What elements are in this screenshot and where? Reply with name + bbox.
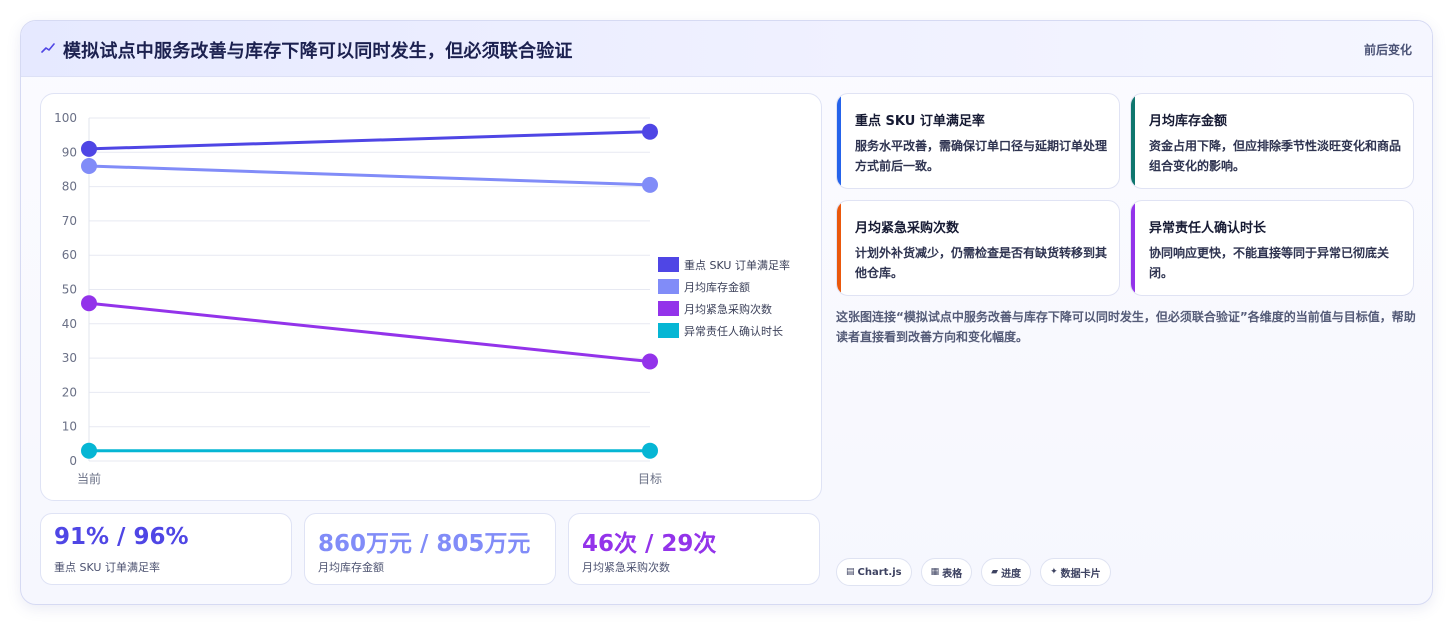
chip-progress[interactable]: ▰ 进度 [981,558,1032,586]
note-text: 协同响应更快，不能直接等同于异常已彻底关闭。 [1149,246,1390,280]
series-line [88,301,651,364]
stat-value: 46次 / 29次 [582,531,717,557]
legend-label: 重点 SKU 订单满足率 [684,258,790,272]
data-point [642,123,658,140]
note-accent-bar [837,201,841,295]
y-tick-label: 30 [62,351,77,365]
data-point [642,442,658,459]
trend-icon [41,43,55,53]
series-line [88,130,651,151]
data-point [81,295,97,312]
line-chart-card: 0 10 20 30 40 50 60 70 80 90 100 当前 目标 重点 SKU 订单满足率 月均… [40,93,822,501]
stat-value: 91% / 96% [54,524,189,550]
dashboard-panel: 模拟试点中服务改善与库存下降可以同时发生，但必须联合验证 前后变化 0 10 20 3… [20,20,1433,605]
y-tick-label: 80 [62,180,77,194]
legend-swatch [658,279,679,294]
chip-label: Chart.js [857,566,902,578]
data-point [642,176,658,193]
table-icon: ▦ [930,567,940,577]
x-tick-label: 目标 [638,472,662,486]
stat-value: 860万元 / 805万元 [318,531,531,557]
note-accent-bar [1131,201,1135,295]
y-tick-label: 100 [54,111,77,125]
tool-chips: ▤ Chart.js ▦ 表格 ▰ 进度 ✦ 数据卡片 [836,558,1111,586]
y-tick-label: 40 [62,317,77,331]
stat-label: 重点 SKU 订单满足率 [54,561,160,574]
y-tick-label: 60 [62,248,77,262]
legend-label: 月均库存金额 [684,280,750,294]
series-line [88,164,651,187]
stat-label: 月均库存金额 [318,561,384,574]
stat-card-inventory: 860万元 / 805万元 月均库存金额 [304,513,556,585]
chip-chartjs[interactable]: ▤ Chart.js [836,558,912,586]
note-card-order-fill: 重点 SKU 订单满足率 服务水平改善，需确保订单口径与延期订单处理方式前后一致… [836,93,1120,189]
note-card-inventory: 月均库存金额 资金占用下降，但应排除季节性淡旺变化和商品组合变化的影响。 [1130,93,1414,189]
x-tick-label: 当前 [77,471,101,486]
legend-swatch [658,323,679,338]
chart-description: 这张图连接“模拟试点中服务改善与库存下降可以同时发生，但必须联合验证”各维度的当… [836,310,1416,344]
legend-label: 月均紧急采购次数 [684,302,772,316]
note-text: 资金占用下降，但应排除季节性淡旺变化和商品组合变化的影响。 [1149,139,1402,173]
note-title: 月均紧急采购次数 [855,221,960,236]
sparkle-icon: ✦ [1050,567,1058,577]
y-tick-label: 70 [62,214,77,228]
chart-icon: ▤ [846,567,855,577]
chip-table[interactable]: ▦ 表格 [920,558,973,586]
y-tick-label: 90 [62,145,77,159]
note-text: 服务水平改善，需确保订单口径与延期订单处理方式前后一致。 [855,139,1108,173]
note-accent-bar [1131,94,1135,188]
data-point [81,140,97,157]
y-tick-label: 50 [62,283,77,297]
before-after-link[interactable]: 前后变化 [1364,41,1412,58]
note-card-exception-owner: 异常责任人确认时长 协同响应更快，不能直接等同于异常已彻底关闭。 [1130,200,1414,296]
chip-label: 数据卡片 [1060,568,1101,580]
data-point [642,353,658,370]
note-title: 月均库存金额 [1149,114,1228,129]
legend-swatch [658,257,679,272]
legend-label: 异常责任人确认时长 [684,325,783,338]
page-title: 模拟试点中服务改善与库存下降可以同时发生，但必须联合验证 [63,41,573,62]
chip-label: 表格 [942,568,963,580]
note-text: 计划外补货减少，仍需检查是否有缺货转移到其他仓库。 [855,246,1108,280]
y-tick-label: 0 [69,454,77,468]
y-tick-label: 20 [62,385,77,399]
stat-card-order-fill: 91% / 96% 重点 SKU 订单满足率 [40,513,292,585]
note-title: 重点 SKU 订单满足率 [855,114,985,129]
data-point [81,442,97,459]
note-accent-bar [837,94,841,188]
progress-icon: ▰ [991,567,999,577]
panel-header: 模拟试点中服务改善与库存下降可以同时发生，但必须联合验证 前后变化 [21,21,1432,77]
chip-label: 进度 [1001,568,1022,580]
note-title: 异常责任人确认时长 [1149,221,1267,236]
stat-label: 月均紧急采购次数 [582,561,670,574]
chip-data-card[interactable]: ✦ 数据卡片 [1040,558,1111,586]
line-chart: 0 10 20 30 40 50 60 70 80 90 100 当前 目标 重点 SKU 订单满足率月均… [54,111,790,486]
data-point [81,158,97,175]
stat-card-urgent-purchase: 46次 / 29次 月均紧急采购次数 [568,513,820,585]
y-tick-label: 10 [62,420,77,434]
legend-swatch [658,301,679,316]
note-card-urgent-purchase: 月均紧急采购次数 计划外补货减少，仍需检查是否有缺货转移到其他仓库。 [836,200,1120,296]
